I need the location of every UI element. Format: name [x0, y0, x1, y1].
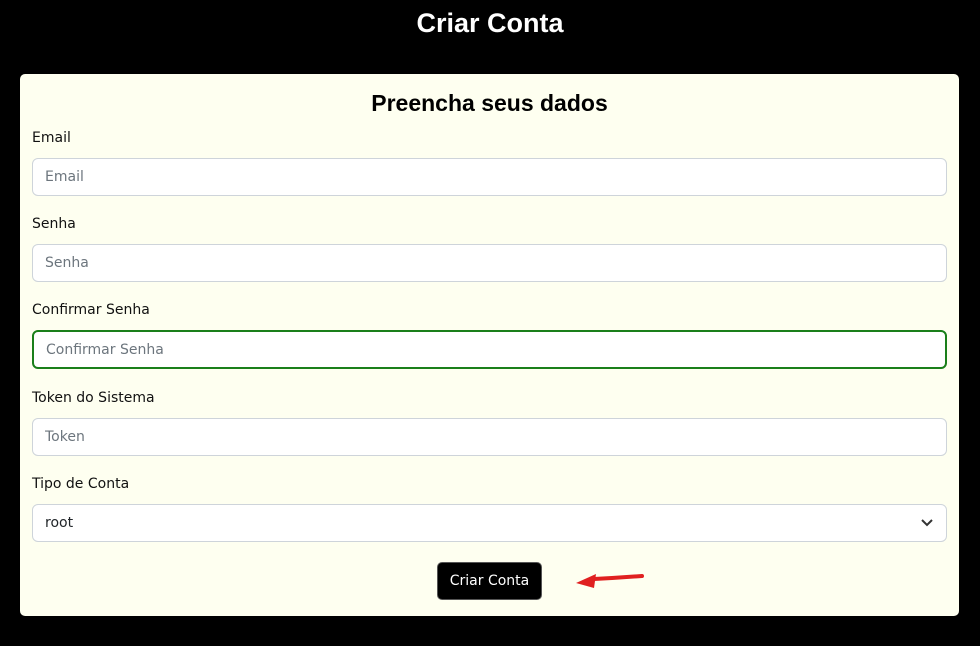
email-input[interactable] — [32, 158, 947, 196]
email-label: Email — [32, 130, 71, 146]
confirmar-senha-input[interactable] — [32, 330, 947, 369]
signup-card: Preencha seus dados Email Senha Confirma… — [20, 74, 959, 616]
token-label: Token do Sistema — [32, 390, 155, 406]
tipo-conta-value: root — [45, 515, 74, 531]
criar-conta-button[interactable]: Criar Conta — [437, 562, 542, 600]
chevron-down-icon — [921, 519, 933, 527]
tipo-conta-select[interactable]: root — [32, 504, 947, 542]
token-input[interactable] — [32, 418, 947, 456]
senha-label: Senha — [32, 216, 76, 232]
tipo-conta-label: Tipo de Conta — [32, 476, 130, 492]
page-title: Criar Conta — [416, 8, 564, 38]
confirmar-senha-label: Confirmar Senha — [32, 302, 150, 318]
form-title: Preencha seus dados — [371, 90, 608, 116]
red-arrow-annotation — [576, 574, 644, 588]
senha-input[interactable] — [32, 244, 947, 282]
